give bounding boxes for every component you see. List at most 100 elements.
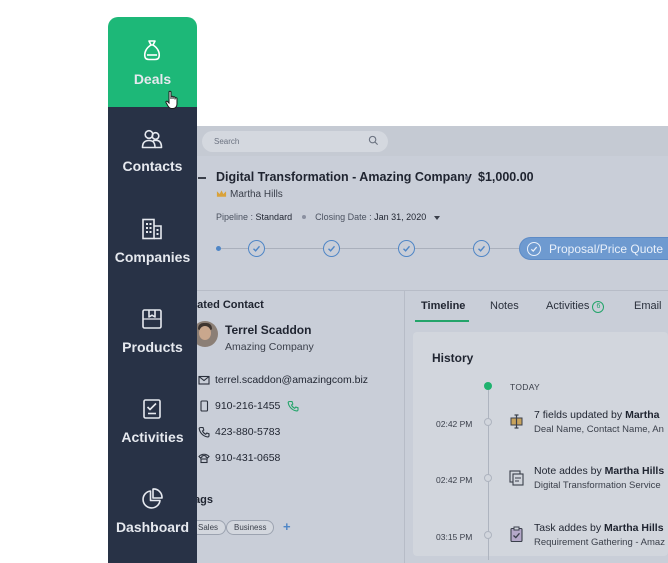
top-bar: Search: [170, 126, 668, 156]
chevron-down-icon[interactable]: [433, 215, 440, 220]
entry-title[interactable]: 7 fields updated by Martha: [534, 409, 660, 421]
check-icon: [328, 245, 336, 252]
contact-email: terrel.scaddon@amazingcom.biz: [215, 374, 369, 386]
mobile-icon: [200, 400, 209, 412]
timeline-dot: [484, 418, 492, 426]
search-placeholder: Search: [214, 137, 240, 146]
search-input[interactable]: Search: [202, 131, 388, 152]
sidebar-item-label: Activities: [121, 429, 184, 445]
current-stage-pill[interactable]: Proposal/Price Quote: [519, 237, 668, 260]
deal-amount: $1,000.00: [478, 170, 534, 184]
pipeline-label: Pipeline :: [216, 212, 254, 222]
entry-action: Note addes by: [534, 465, 602, 477]
related-contact-title: elated Contact: [188, 299, 264, 311]
call-icon[interactable]: [287, 400, 299, 412]
checklist-icon: [143, 399, 161, 419]
entry-time: 02:42 PM: [436, 419, 473, 429]
tab-activities[interactable]: Activities 6: [546, 300, 605, 313]
pie-chart-icon: [142, 488, 163, 509]
contact-phone: 910-431-0658: [215, 452, 281, 464]
history-title: History: [432, 351, 474, 365]
pipeline-value[interactable]: Standard: [256, 212, 293, 222]
entry-title[interactable]: Note addes by Martha Hills: [534, 465, 664, 477]
sidebar-item-label: Deals: [133, 71, 172, 87]
deal-owner[interactable]: Martha Hills: [230, 189, 283, 200]
sidebar-item-products[interactable]: Products: [108, 287, 197, 377]
phone-icon: [198, 426, 210, 438]
entry-detail: Deal Name, Contact Name, An: [534, 424, 664, 435]
timeline-dot: [484, 531, 492, 539]
closing-date-value[interactable]: Jan 31, 2020: [374, 212, 426, 222]
entry-detail: Requirement Gathering - Amaz: [534, 537, 665, 548]
sidebar-item-activities[interactable]: Activities: [108, 377, 197, 467]
check-icon: [253, 245, 261, 252]
tab-email[interactable]: Email: [634, 300, 662, 312]
mail-icon: [198, 375, 210, 385]
check-icon: [403, 245, 411, 252]
entry-actor: Martha Hills: [604, 522, 664, 534]
tag-chip[interactable]: Business: [226, 520, 275, 535]
contact-phone: 423-880-5783: [215, 426, 281, 438]
search-icon: [368, 135, 379, 146]
activities-count-badge: 6: [592, 301, 605, 313]
stage-complete-3[interactable]: [398, 240, 415, 257]
entry-action: 7 fields updated by: [534, 409, 623, 421]
building-icon: [142, 218, 162, 240]
box-icon: [142, 309, 162, 329]
tab-notes[interactable]: Notes: [490, 300, 519, 312]
check-circle-icon: [527, 242, 541, 256]
stage-complete-2[interactable]: [323, 240, 340, 257]
closing-date-label: Closing Date :: [315, 212, 372, 222]
divider: [404, 291, 405, 563]
stage-complete-1[interactable]: [248, 240, 265, 257]
sidebar-nav: Deals Contacts Companies Products Activi…: [108, 17, 197, 563]
sidebar-item-deals[interactable]: Deals: [108, 17, 197, 107]
sidebar-item-label: Dashboard: [115, 519, 190, 535]
sidebar-item-contacts[interactable]: Contacts: [108, 107, 197, 197]
today-label: TODAY: [510, 382, 540, 392]
contact-phone: 910-216-1455: [215, 400, 281, 412]
note-icon: [509, 470, 524, 486]
contacts-icon: [141, 129, 163, 149]
timeline-dot: [484, 474, 492, 482]
telephone-icon: [198, 453, 210, 464]
current-stage-label: Proposal/Price Quote: [549, 242, 664, 256]
history-card: History TODAY 02:42 PM 7 fields updated …: [413, 332, 668, 560]
collapse-icon[interactable]: [198, 177, 206, 179]
entry-actor: Martha: [625, 409, 660, 421]
check-icon: [478, 245, 486, 252]
entry-title[interactable]: Task addes by Martha Hills: [534, 522, 664, 534]
separator-dot: [301, 215, 306, 220]
sidebar-item-companies[interactable]: Companies: [108, 197, 197, 287]
stage-complete-4[interactable]: [473, 240, 490, 257]
stage: Search Digital Transformation - Amazing …: [0, 0, 668, 563]
crown-icon: [216, 190, 227, 197]
entry-action: Task addes by: [534, 522, 602, 534]
task-icon: [510, 526, 523, 543]
deal-meta: Pipeline : Standard Closing Date : Jan 3…: [216, 212, 440, 222]
sidebar-item-label: Products: [122, 339, 183, 355]
contact-name[interactable]: Terrel Scaddon: [225, 323, 311, 337]
sidebar-item-label: Contacts: [122, 158, 183, 174]
sidebar-item-dashboard[interactable]: Dashboard: [108, 467, 197, 557]
contact-company[interactable]: Amazing Company: [225, 341, 314, 353]
entry-time: 02:42 PM: [436, 475, 473, 485]
tab-activities-label: Activities: [546, 300, 590, 312]
entry-actor: Martha Hills: [604, 465, 665, 477]
separator-dot: [465, 176, 469, 180]
today-dot: [484, 382, 492, 390]
sidebar-item-label: Companies: [114, 249, 191, 265]
money-bag-icon: [143, 40, 161, 61]
fields-update-icon: [510, 414, 523, 429]
deal-header: Digital Transformation - Amazing Company…: [170, 156, 668, 290]
detail-tabs: Timeline Notes Activities 6 Email: [405, 291, 668, 324]
tab-timeline[interactable]: Timeline: [421, 300, 465, 312]
deal-detail-app: Search Digital Transformation - Amazing …: [170, 126, 668, 563]
entry-time: 03:15 PM: [436, 532, 473, 542]
add-tag-button[interactable]: +: [283, 519, 291, 534]
deal-title: Digital Transformation - Amazing Company: [216, 170, 472, 184]
hand-pointer-icon: [165, 90, 178, 109]
pipeline-start-dot: [216, 246, 221, 251]
entry-detail: Digital Transformation Service: [534, 480, 661, 491]
active-tab-indicator: [415, 320, 469, 322]
